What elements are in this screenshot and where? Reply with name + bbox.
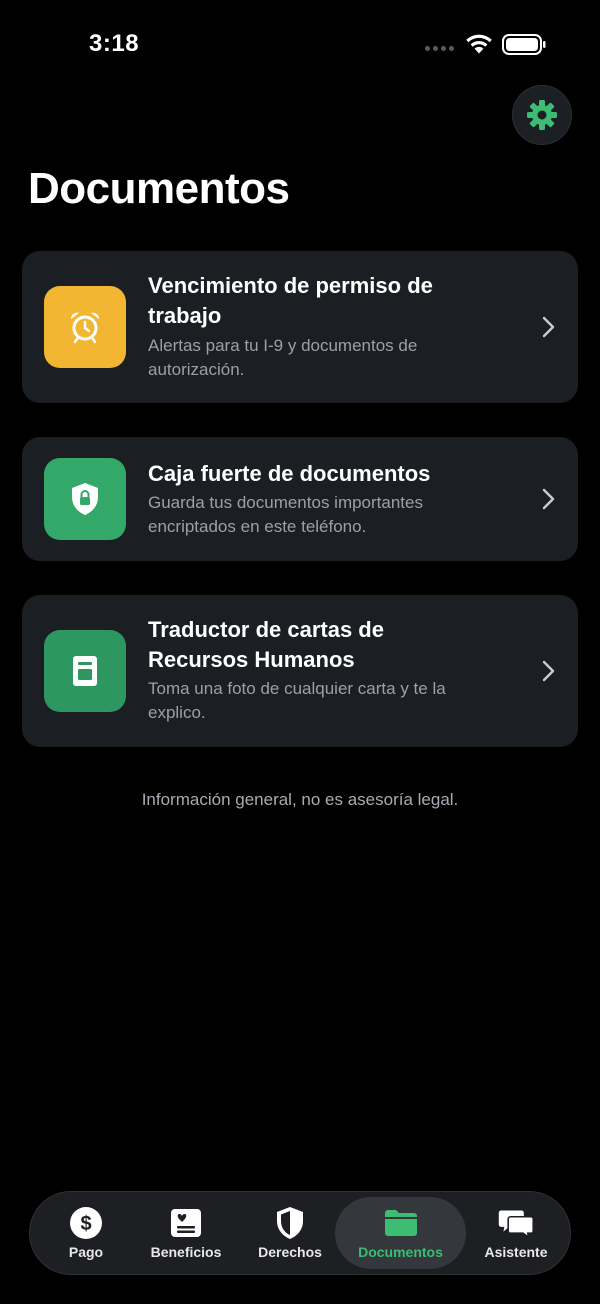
wifi-icon (466, 34, 492, 54)
folder-icon (384, 1210, 417, 1236)
legal-disclaimer: Información general, no es asesoría lega… (141, 790, 459, 809)
tab-label: Asistente (484, 1244, 548, 1260)
card-title: Vencimiento de permiso de trabajo (148, 273, 433, 328)
tab-bar: $ Pago Beneficios Derechos Documentos As… (29, 1191, 571, 1275)
tab-beneficios[interactable]: Beneficios (142, 1192, 230, 1274)
cellular-signal-icon (425, 46, 454, 51)
document-icon (73, 656, 97, 686)
tab-label: Derechos (258, 1244, 322, 1260)
card-work-permit-expiry[interactable]: Vencimiento de permiso de trabajo Alerta… (22, 251, 578, 403)
id-card-icon (171, 1209, 201, 1237)
tab-label: Documentos (358, 1244, 443, 1260)
tab-label: Beneficios (150, 1244, 222, 1260)
chevron-right-icon (542, 488, 555, 510)
card-icon-tile (44, 458, 126, 540)
settings-button[interactable] (512, 85, 572, 145)
card-description: Alertas para tu I-9 y documentos de auto… (148, 336, 418, 379)
gear-icon (527, 100, 557, 130)
page-title: Documentos (28, 164, 290, 213)
card-icon-tile (44, 630, 126, 712)
battery-icon (502, 34, 546, 55)
tab-documentos[interactable]: Documentos (335, 1197, 466, 1269)
card-title: Traductor de cartas de Recursos Humanos (148, 617, 384, 672)
status-time: 3:18 (89, 30, 140, 57)
shield-lock-icon (72, 483, 98, 515)
card-icon-tile (44, 286, 126, 368)
chevron-right-icon (542, 316, 555, 338)
card-title: Caja fuerte de documentos (148, 461, 431, 486)
shield-icon (277, 1207, 303, 1239)
tab-derechos[interactable]: Derechos (250, 1192, 330, 1274)
card-document-vault[interactable]: Caja fuerte de documentos Guarda tus doc… (22, 437, 578, 561)
dollar-circle-icon: $ (70, 1207, 102, 1239)
svg-text:$: $ (80, 1213, 91, 1235)
tab-pago[interactable]: $ Pago (50, 1192, 122, 1274)
chat-bubbles-icon (498, 1210, 534, 1239)
card-description: Guarda tus documentos importantes encrip… (148, 493, 423, 536)
status-bar: 3:18 (0, 0, 600, 90)
card-description: Toma una foto de cualquier carta y te la… (148, 679, 446, 722)
tab-asistente[interactable]: Asistente (474, 1192, 558, 1274)
chevron-right-icon (542, 660, 555, 682)
card-hr-letter-translator[interactable]: Traductor de cartas de Recursos Humanos … (22, 595, 578, 747)
alarm-clock-icon (70, 312, 100, 344)
tab-label: Pago (68, 1244, 104, 1260)
